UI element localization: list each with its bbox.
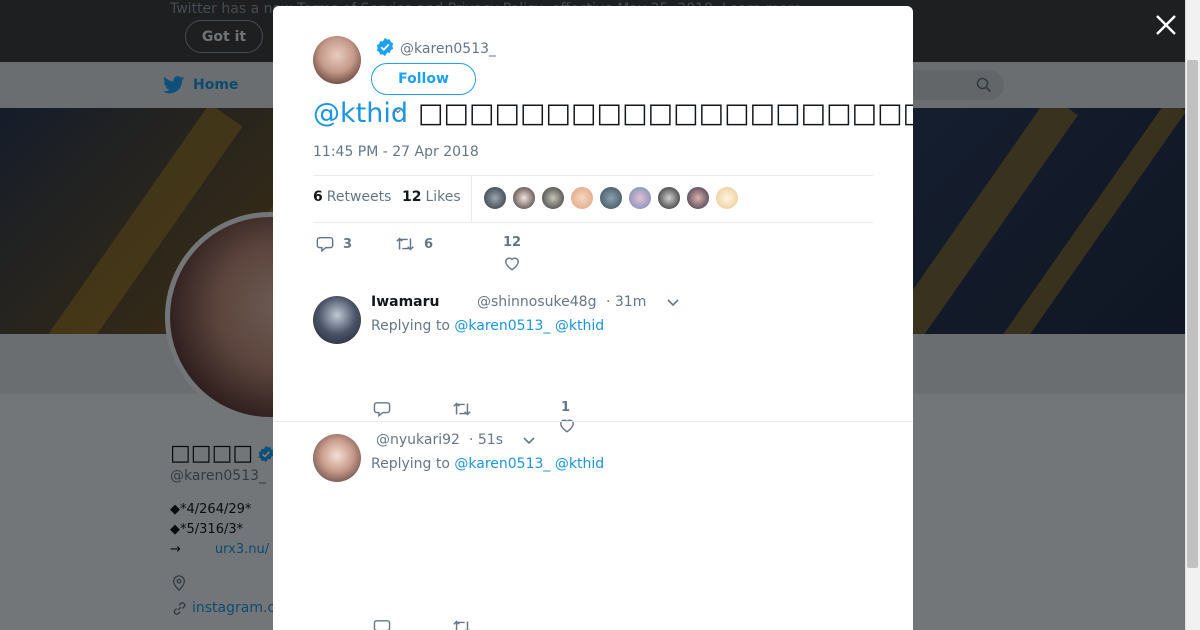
replying-to-mention[interactable]: @kthid xyxy=(555,456,604,472)
replying-to-mention[interactable]: @kthid xyxy=(555,318,604,334)
chevron-down-icon[interactable] xyxy=(667,299,679,307)
retweet-icon[interactable] xyxy=(452,400,472,418)
replying-to: Replying to @karen0513_ @kthid xyxy=(371,318,604,334)
retweets-stat[interactable]: 6 Retweets xyxy=(313,189,391,205)
liker-avatar[interactable] xyxy=(483,186,507,210)
tweet-stats: 6 Retweets 12 Likes xyxy=(313,175,873,223)
retweets-count: 6 xyxy=(313,189,323,205)
reply-author-handle[interactable]: @shinnosuke48g xyxy=(477,294,596,310)
tweet-actions: 3 6 12 xyxy=(313,235,873,275)
divider xyxy=(273,421,913,422)
liker-avatar[interactable] xyxy=(599,186,623,210)
liker-avatars xyxy=(483,186,739,210)
tweet-author-avatar[interactable] xyxy=(313,36,361,84)
reply-time[interactable]: · 31m xyxy=(606,294,646,310)
reply-tweet[interactable]: @nyukari92 · 51s Replying to @karen0513_… xyxy=(273,428,913,630)
replying-to-mention[interactable]: @karen0513_ xyxy=(454,456,550,472)
likes-count: 12 xyxy=(402,189,422,205)
tweet-modal: @karen0513_ Follow @kthid □□□□□□□□□□□□□□□… xyxy=(273,6,913,630)
like-action[interactable]: 12 xyxy=(503,235,521,271)
reply-icon xyxy=(316,236,334,253)
liker-avatar[interactable] xyxy=(541,186,565,210)
verified-badge-icon xyxy=(376,37,394,57)
follow-button[interactable]: Follow xyxy=(371,63,476,95)
reply-action[interactable]: 3 xyxy=(316,235,352,253)
retweet-icon xyxy=(396,237,414,251)
liker-avatar[interactable] xyxy=(512,186,536,210)
like-count: 12 xyxy=(503,235,522,250)
reply-author-avatar[interactable] xyxy=(313,434,361,482)
reply-icon[interactable] xyxy=(373,401,391,417)
reply-tweet[interactable]: Iwamaru @shinnosuke48g · 31m Replying to… xyxy=(273,290,913,433)
tweet-author-handle[interactable]: @karen0513_ xyxy=(400,41,496,57)
scrollbar-thumb[interactable] xyxy=(1187,60,1198,568)
divider xyxy=(471,176,472,222)
replying-to-label: Replying to xyxy=(371,456,450,472)
reply-author-name[interactable]: Iwamaru xyxy=(371,294,440,310)
retweet-action[interactable]: 6 xyxy=(395,235,433,253)
tweet-timestamp[interactable]: 11:45 PM - 27 Apr 2018 xyxy=(313,144,479,160)
liker-avatar[interactable] xyxy=(715,186,739,210)
reply-author-handle[interactable]: @nyukari92 xyxy=(376,432,460,448)
liker-avatar[interactable] xyxy=(570,186,594,210)
replying-to-mention[interactable]: @karen0513_ xyxy=(454,318,550,334)
reply-author-avatar[interactable] xyxy=(313,296,361,344)
liker-avatar[interactable] xyxy=(628,186,652,210)
likes-label: Likes xyxy=(425,189,461,205)
reply-like-count[interactable]: 1 xyxy=(561,400,570,415)
liker-avatar[interactable] xyxy=(657,186,681,210)
retweets-label: Retweets xyxy=(326,189,392,205)
close-icon[interactable] xyxy=(1154,13,1178,37)
retweet-count: 6 xyxy=(424,236,434,252)
reply-icon[interactable] xyxy=(373,619,391,630)
replying-to: Replying to @karen0513_ @kthid xyxy=(371,456,604,472)
replying-to-label: Replying to xyxy=(371,318,450,334)
likes-stat[interactable]: 12 Likes xyxy=(402,189,461,205)
liker-avatar[interactable] xyxy=(686,186,710,210)
retweet-icon[interactable] xyxy=(452,618,472,630)
tweet-body: □□□□□□□□□□□□□□□□□□□□□□□□□□□□□□□□□□□□□□□□… xyxy=(417,98,913,129)
reply-count: 3 xyxy=(343,236,353,252)
chevron-down-icon[interactable] xyxy=(523,437,535,445)
chevron-down-icon[interactable]: ⌄ xyxy=(392,101,404,117)
reply-time[interactable]: · 51s xyxy=(469,432,503,448)
heart-icon xyxy=(505,257,519,271)
